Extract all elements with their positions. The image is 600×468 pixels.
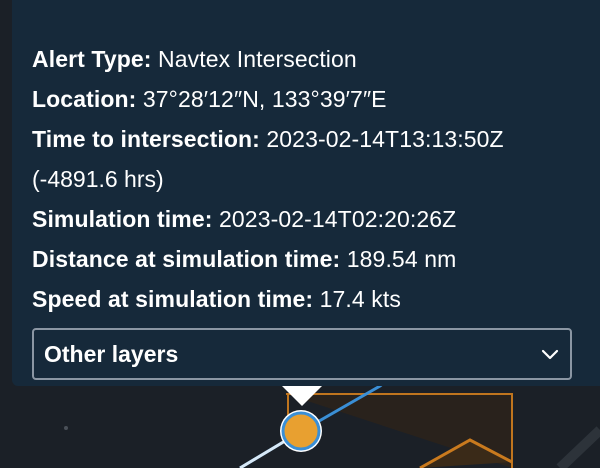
other-layers-select[interactable]: Other layers xyxy=(32,328,572,380)
location-value: 37°28′12″N, 133°39′7″E xyxy=(142,86,387,112)
time-to-intersection-row: Time to intersection: 2023-02-14T13:13:5… xyxy=(32,119,580,159)
location-key: Location: xyxy=(32,86,137,112)
alert-type-value: Navtex Intersection xyxy=(158,46,357,72)
alert-type-row: Alert Type: Navtex Intersection xyxy=(32,39,580,79)
location-row: Location: 37°28′12″N, 133°39′7″E xyxy=(32,79,580,119)
alert-type-key: Alert Type: xyxy=(32,46,152,72)
chevron-down-icon xyxy=(541,349,559,360)
distance-row: Distance at simulation time: 189.54 nm xyxy=(32,239,580,279)
time-to-intersection-value: 2023-02-14T13:13:50Z xyxy=(266,126,504,152)
other-layers-label: Other layers xyxy=(44,340,179,367)
simulation-time-key: Simulation time: xyxy=(32,206,213,232)
speed-row: Speed at simulation time: 17.4 kts xyxy=(32,279,580,319)
simulation-time-value: 2023-02-14T02:20:26Z xyxy=(219,206,457,232)
time-to-intersection-hours: (-4891.6 hrs) xyxy=(32,166,164,192)
time-to-intersection-key: Time to intersection: xyxy=(32,126,260,152)
distance-key: Distance at simulation time: xyxy=(32,246,341,272)
speed-key: Speed at simulation time: xyxy=(32,286,314,312)
popup-pointer xyxy=(282,386,322,406)
speed-value: 17.4 kts xyxy=(319,286,401,312)
distance-value: 189.54 nm xyxy=(346,246,457,272)
simulation-time-row: Simulation time: 2023-02-14T02:20:26Z xyxy=(32,199,580,239)
alert-popup: Alert Type: Navtex Intersection Location… xyxy=(12,0,600,386)
